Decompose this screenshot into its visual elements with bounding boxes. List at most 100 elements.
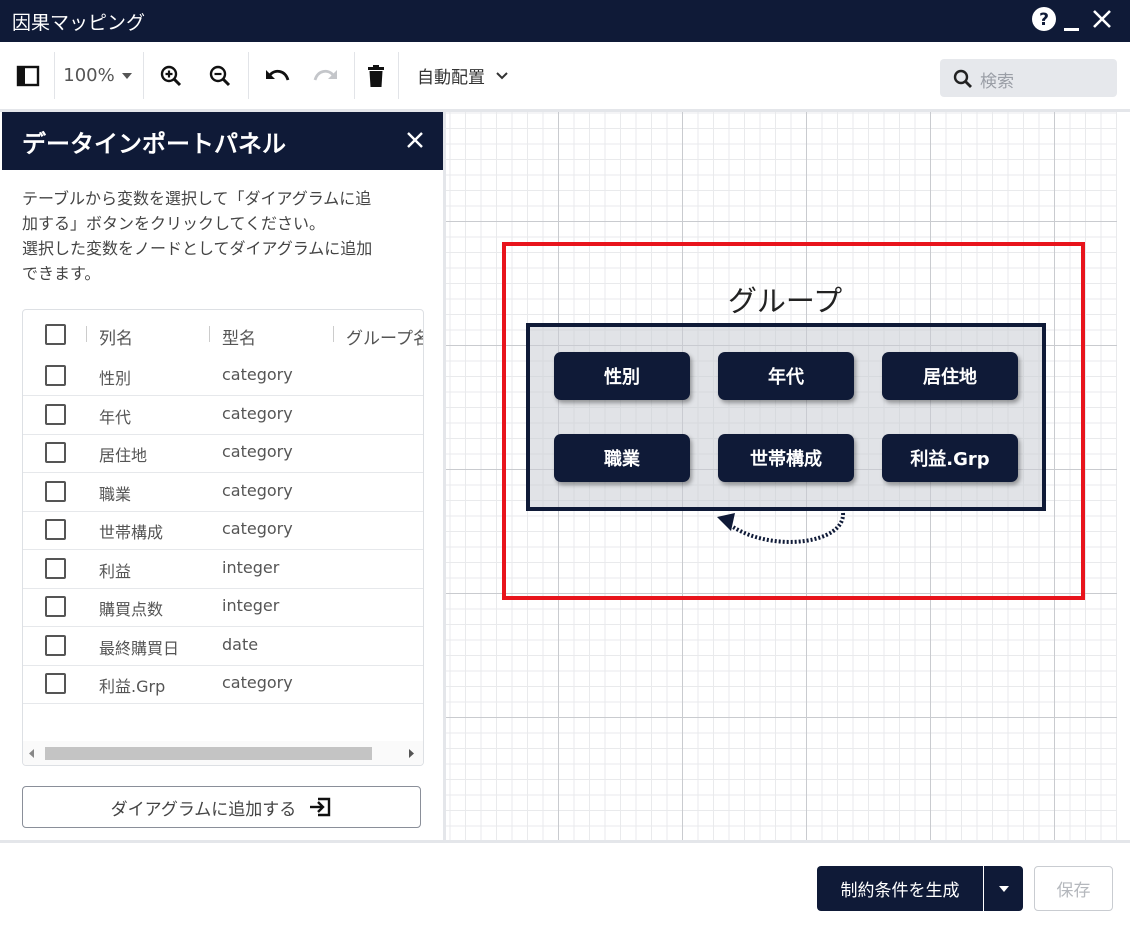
description-line: 加する」ボタンをクリックしてください。	[22, 214, 326, 233]
cell-type: category	[222, 481, 293, 500]
cell-name: 最終購買日	[99, 639, 180, 658]
auto-layout-label: 自動配置	[417, 68, 485, 88]
row-checkbox[interactable]	[45, 596, 66, 617]
scroll-right-icon[interactable]	[409, 749, 415, 758]
description-line: テーブルから変数を選択して「ダイアグラムに追	[22, 189, 372, 208]
zoom-in-button[interactable]	[155, 42, 187, 109]
footer-divider	[0, 840, 1130, 843]
add-to-diagram-button[interactable]: ダイアグラムに追加する	[22, 786, 421, 828]
description-line: できます。	[22, 264, 101, 283]
select-all-checkbox[interactable]	[45, 324, 66, 345]
cell-type: integer	[222, 596, 280, 615]
zoom-out-icon	[209, 65, 231, 86]
row-checkbox[interactable]	[45, 404, 66, 425]
node[interactable]: 性別	[554, 352, 690, 400]
caret-down-icon	[998, 885, 1009, 892]
svg-text:?: ?	[1039, 10, 1049, 30]
cell-name: 世帯構成	[99, 523, 164, 542]
group-label[interactable]: グループ	[700, 278, 870, 320]
row-checkbox[interactable]	[45, 442, 66, 463]
row-checkbox[interactable]	[45, 481, 66, 502]
row-checkbox[interactable]	[45, 558, 66, 579]
undo-icon	[266, 69, 290, 81]
scrollbar-thumb[interactable]	[45, 747, 372, 760]
generate-constraints-button[interactable]: 制約条件を生成	[817, 866, 983, 911]
table-row[interactable]: 年代 category	[23, 396, 423, 435]
cell-name: 性別	[99, 369, 132, 388]
search-placeholder: 検索	[980, 72, 1014, 92]
table-row[interactable]: 利益 integer	[23, 550, 423, 589]
delete-button[interactable]	[362, 42, 390, 109]
panel-close-icon[interactable]	[404, 129, 426, 155]
generate-options-button[interactable]	[984, 866, 1023, 911]
column-header-name[interactable]: 列名	[99, 324, 133, 349]
self-loop-edge[interactable]	[705, 505, 855, 555]
search-input[interactable]: 検索	[940, 59, 1117, 97]
close-icon[interactable]	[1090, 6, 1114, 36]
cell-type: category	[222, 404, 293, 423]
toggle-panel-button[interactable]	[10, 42, 46, 109]
table-row[interactable]: 居住地 category	[23, 434, 423, 473]
cell-type: integer	[222, 558, 280, 577]
row-checkbox[interactable]	[45, 365, 66, 386]
description-line: 選択した変数をノードとしてダイアグラムに追加	[22, 239, 373, 258]
window-title: 因果マッピング	[12, 12, 146, 34]
panel-header: データインポートパネル	[2, 112, 443, 170]
cell-name: 利益.Grp	[99, 677, 166, 696]
table-row[interactable]: 最終購買日 date	[23, 627, 423, 666]
cell-name: 購買点数	[99, 600, 164, 619]
redo-button[interactable]	[309, 42, 343, 109]
node[interactable]: 年代	[718, 352, 854, 400]
variable-table: 列名 型名 グループ名 性別 category 年代 category 居住地 …	[22, 309, 424, 766]
table-row[interactable]: 購買点数 integer	[23, 588, 423, 627]
column-header-group[interactable]: グループ名	[346, 324, 423, 349]
cell-name: 利益	[99, 562, 132, 581]
table-row[interactable]: 世帯構成 category	[23, 511, 423, 550]
zoom-out-button[interactable]	[204, 42, 236, 109]
scroll-left-icon[interactable]	[29, 749, 35, 758]
caret-down-icon	[121, 72, 132, 79]
node[interactable]: 居住地	[882, 352, 1018, 400]
cell-type: date	[222, 635, 259, 654]
row-checkbox[interactable]	[45, 673, 66, 694]
save-button[interactable]: 保存	[1034, 866, 1113, 911]
table-row[interactable]: 性別 category	[23, 357, 423, 396]
data-import-panel: データインポートパネル テーブルから変数を選択して「ダイアグラムに追 加する」ボ…	[0, 112, 443, 840]
horizontal-scrollbar[interactable]	[23, 741, 423, 765]
zoom-select[interactable]: 100%	[58, 42, 138, 109]
cell-type: category	[222, 519, 293, 538]
node[interactable]: 職業	[554, 434, 690, 482]
chevron-down-icon	[496, 71, 508, 79]
row-checkbox[interactable]	[45, 635, 66, 656]
node[interactable]: 利益.Grp	[882, 434, 1018, 482]
save-label: 保存	[1056, 881, 1091, 901]
zoom-level: 100%	[63, 65, 115, 86]
search-icon	[953, 69, 972, 88]
minimize-icon[interactable]	[1062, 6, 1082, 36]
panel-title: データインポートパネル	[22, 130, 286, 158]
table-row[interactable]: 利益.Grp category	[23, 665, 423, 704]
import-icon	[310, 797, 331, 817]
generate-constraints-label: 制約条件を生成	[840, 881, 960, 901]
table-row[interactable]: 職業 category	[23, 473, 423, 512]
cell-type: category	[222, 673, 293, 692]
undo-button[interactable]	[260, 42, 294, 109]
cell-type: category	[222, 442, 293, 461]
auto-layout-dropdown[interactable]: 自動配置	[408, 42, 518, 109]
cell-name: 年代	[99, 408, 132, 427]
node[interactable]: 世帯構成	[718, 434, 854, 482]
arrowhead-icon	[717, 513, 735, 531]
help-icon[interactable]: ?	[1031, 6, 1057, 36]
redo-icon	[313, 69, 337, 81]
panel-description: テーブルから変数を選択して「ダイアグラムに追 加する」ボタンをクリックしてくださ…	[22, 186, 422, 286]
cell-type: category	[222, 365, 293, 384]
row-checkbox[interactable]	[45, 519, 66, 540]
cell-name: 職業	[99, 485, 132, 504]
toolbar: 100% 自動配置 検索	[0, 42, 1130, 112]
zoom-in-icon	[160, 65, 182, 86]
add-to-diagram-label: ダイアグラムに追加する	[110, 799, 297, 820]
column-header-type[interactable]: 型名	[222, 324, 256, 349]
cell-name: 居住地	[99, 446, 148, 465]
title-bar: 因果マッピング ?	[0, 0, 1130, 42]
sidebar-toggle-icon	[16, 65, 40, 86]
